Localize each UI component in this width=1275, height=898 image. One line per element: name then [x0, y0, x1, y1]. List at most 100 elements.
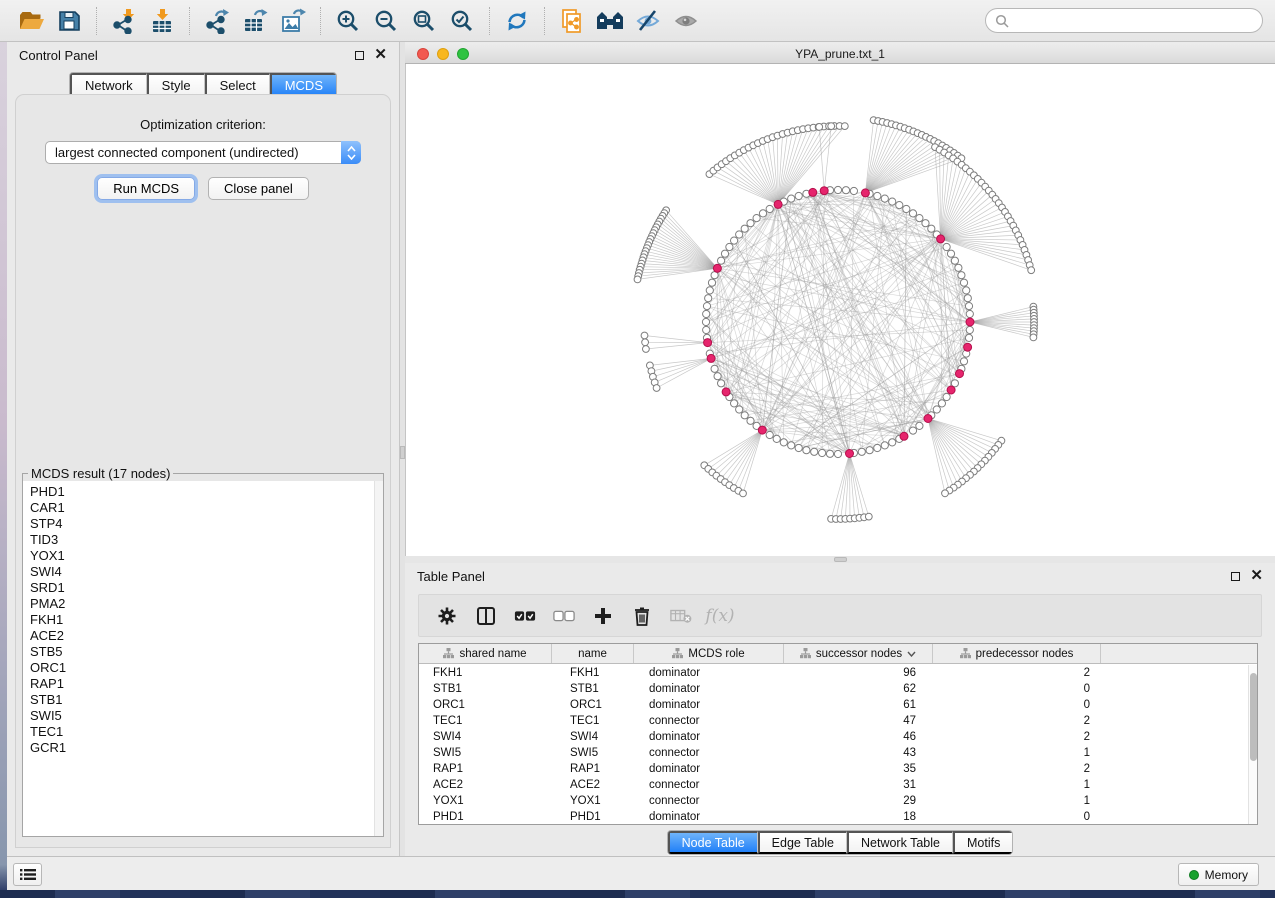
network-graph[interactable] [406, 64, 1275, 556]
float-panel-icon[interactable] [1231, 572, 1240, 581]
mcds-result-item[interactable]: CAR1 [30, 500, 373, 516]
column-header-name[interactable]: name [552, 644, 634, 663]
mcds-result-item[interactable]: PMA2 [30, 596, 373, 612]
mcds-result-item[interactable]: ORC1 [30, 660, 373, 676]
table-row[interactable]: YOX1YOX1connector291 [419, 793, 1248, 809]
first-neighbors-icon[interactable] [595, 6, 625, 36]
horizontal-splitter[interactable] [405, 556, 1275, 563]
tab-motifs[interactable]: Motifs [953, 831, 1012, 854]
zoom-out-icon[interactable] [371, 6, 401, 36]
zoom-selected-icon[interactable] [447, 6, 477, 36]
column-header-shared-name[interactable]: shared name [419, 644, 552, 663]
table-cell: dominator [634, 731, 784, 743]
tab-node-table[interactable]: Node Table [668, 831, 758, 854]
table-row[interactable]: RAP1RAP1dominator352 [419, 761, 1248, 777]
table-cell: 35 [784, 763, 933, 775]
mcds-result-item[interactable]: SWI4 [30, 564, 373, 580]
deselect-all-icon[interactable] [553, 605, 575, 627]
import-table-icon[interactable] [147, 6, 177, 36]
window-maximize-icon[interactable] [457, 48, 469, 60]
table-settings-gear-icon[interactable] [436, 605, 458, 627]
search-input[interactable] [1014, 14, 1253, 28]
table-cell: FKH1 [552, 667, 634, 679]
table-row[interactable]: TEC1TEC1connector472 [419, 713, 1248, 729]
table-cell: RAP1 [419, 763, 552, 775]
window-minimize-icon[interactable] [437, 48, 449, 60]
run-mcds-button[interactable]: Run MCDS [97, 177, 195, 200]
close-panel-button[interactable]: Close panel [208, 177, 309, 200]
network-window-titlebar[interactable]: YPA_prune.txt_1 [405, 44, 1275, 64]
tab-edge-table[interactable]: Edge Table [758, 831, 847, 854]
window-close-icon[interactable] [417, 48, 429, 60]
close-panel-icon[interactable]: ✕ [1250, 571, 1263, 581]
search-icon [995, 14, 1009, 28]
table-cell: connector [634, 779, 784, 791]
table-cell: 2 [933, 763, 1101, 775]
memory-button[interactable]: Memory [1178, 863, 1259, 886]
table-row[interactable]: STB1STB1dominator620 [419, 681, 1248, 697]
mcds-result-item[interactable]: SWI5 [30, 708, 373, 724]
mcds-result-item[interactable]: SRD1 [30, 580, 373, 596]
table-row[interactable]: ORC1ORC1dominator610 [419, 697, 1248, 713]
zoom-in-icon[interactable] [333, 6, 363, 36]
table-row[interactable]: SWI5SWI5connector431 [419, 745, 1248, 761]
mcds-result-item[interactable]: TID3 [30, 532, 373, 548]
show-columns-icon[interactable] [475, 605, 497, 627]
table-scrollbar[interactable] [1248, 665, 1257, 824]
mcds-result-item[interactable]: FKH1 [30, 612, 373, 628]
mcds-result-item[interactable]: RAP1 [30, 676, 373, 692]
table-cell: 2 [933, 731, 1101, 743]
table-cell: 43 [784, 747, 933, 759]
table-cell: PHD1 [552, 811, 634, 823]
mcds-result-item[interactable]: STP4 [30, 516, 373, 532]
hide-selected-icon[interactable] [633, 6, 663, 36]
select-all-icon[interactable] [514, 605, 536, 627]
table-cell: 1 [933, 747, 1101, 759]
mcds-result-item[interactable]: STB1 [30, 692, 373, 708]
mcds-result-item[interactable]: YOX1 [30, 548, 373, 564]
tab-network-table[interactable]: Network Table [847, 831, 953, 854]
save-session-icon[interactable] [54, 6, 84, 36]
float-panel-icon[interactable] [355, 51, 364, 60]
refresh-icon[interactable] [502, 6, 532, 36]
table-cell: 1 [933, 779, 1101, 791]
table-row[interactable]: ACE2ACE2connector311 [419, 777, 1248, 793]
splitter-grip[interactable] [834, 557, 847, 562]
mcds-list-scrollbar[interactable] [374, 481, 383, 836]
mcds-result-item[interactable]: ACE2 [30, 628, 373, 644]
delete-column-icon[interactable] [631, 605, 653, 627]
open-file-icon[interactable] [16, 6, 46, 36]
export-network-icon[interactable] [202, 6, 232, 36]
column-header-MCDS-role[interactable]: MCDS role [634, 644, 784, 663]
table-cell: 96 [784, 667, 933, 679]
close-panel-icon[interactable]: ✕ [374, 50, 387, 60]
table-cell: 2 [933, 667, 1101, 679]
column-header-predecessor-nodes[interactable]: predecessor nodes [933, 644, 1101, 663]
zoom-fit-icon[interactable] [409, 6, 439, 36]
mcds-result-item[interactable]: STB5 [30, 644, 373, 660]
table-cell: RAP1 [552, 763, 634, 775]
mcds-result-item[interactable]: TEC1 [30, 724, 373, 740]
mcds-result-item[interactable]: GCR1 [30, 740, 373, 756]
table-cell: 47 [784, 715, 933, 727]
export-table-icon[interactable] [240, 6, 270, 36]
table-row[interactable]: FKH1FKH1dominator962 [419, 665, 1248, 681]
clone-network-icon[interactable] [557, 6, 587, 36]
export-image-icon[interactable] [278, 6, 308, 36]
table-cell: 46 [784, 731, 933, 743]
control-panel: Control Panel ✕ Network Style Select MCD… [7, 42, 400, 856]
table-cell: 0 [933, 811, 1101, 823]
table-scrollbar-thumb[interactable] [1250, 673, 1257, 761]
search-box[interactable] [985, 8, 1263, 33]
add-column-icon[interactable] [592, 605, 614, 627]
import-network-icon[interactable] [109, 6, 139, 36]
table-row[interactable]: PHD1PHD1dominator180 [419, 809, 1248, 824]
show-all-icon[interactable] [671, 6, 701, 36]
table-cell: dominator [634, 683, 784, 695]
column-header-successor-nodes[interactable]: successor nodes [784, 644, 933, 663]
optimization-criterion-select[interactable]: largest connected component (undirected) [45, 141, 361, 164]
table-row[interactable]: SWI4SWI4dominator462 [419, 729, 1248, 745]
network-canvas[interactable] [405, 64, 1275, 556]
mcds-result-item[interactable]: PHD1 [30, 484, 373, 500]
task-history-button[interactable] [13, 863, 42, 886]
